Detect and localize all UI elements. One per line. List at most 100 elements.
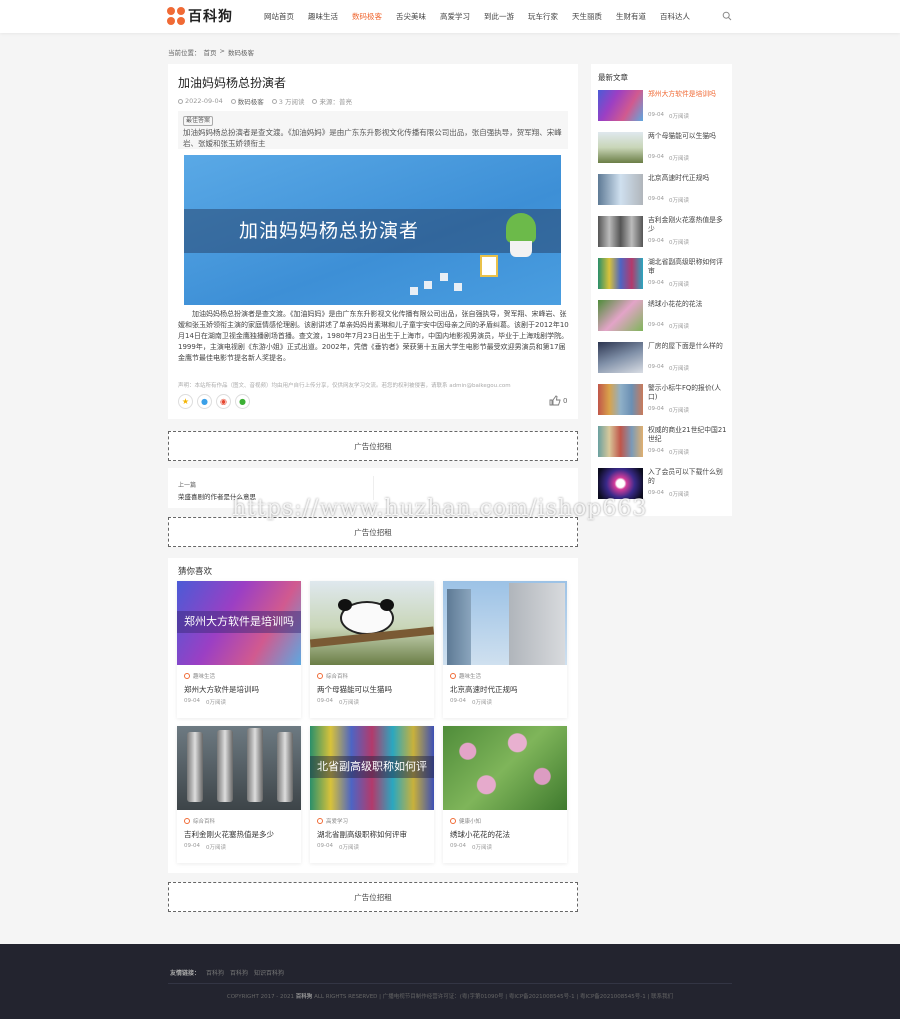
article-title: 加油妈妈杨总扮演者 xyxy=(178,76,287,90)
recommend-name: 两个母猫能可以生猫吗 xyxy=(317,685,392,694)
recommend-date: 09-04 xyxy=(450,698,466,704)
recommend-category: 趣味生活 xyxy=(450,672,481,680)
nav-item[interactable]: 生财有道 xyxy=(616,11,646,22)
sidebar-meta: 09-04 0万阅读 xyxy=(648,448,689,456)
sidebar-date: 09-04 xyxy=(648,238,664,244)
recommend-thumb xyxy=(310,581,434,665)
breadcrumb-current[interactable]: 数码极客 xyxy=(228,47,254,57)
sidebar-article[interactable]: 吉利金刚火花塞热值是多少 09-04 0万阅读 xyxy=(598,216,728,250)
sidebar-meta: 09-04 0万阅读 xyxy=(648,364,689,372)
nav-item[interactable]: 趣味生活 xyxy=(308,11,338,22)
nav-item[interactable]: 高爱学习 xyxy=(440,11,470,22)
nav-item-active[interactable]: 数码极客 xyxy=(352,11,382,22)
sidebar-article-title: 北京高速时代正规吗 xyxy=(648,174,710,182)
recommend-card[interactable]: 综合百科 吉利金刚火花塞热值是多少 09-04 0万阅读 xyxy=(177,726,301,863)
sidebar-article[interactable]: 绣球小花花的花法 09-04 0万阅读 xyxy=(598,300,728,334)
nav-item[interactable]: 舌尖美味 xyxy=(396,11,426,22)
sidebar-article-title: 警示小标牛FQ的报价(人口) xyxy=(648,384,722,401)
sidebar-article[interactable]: 湖北省副高级职称如何评审 09-04 0万阅读 xyxy=(598,258,728,292)
recommend-thumb: 北省副高级职称如何评 xyxy=(310,726,434,810)
nav-item[interactable]: 网站首页 xyxy=(264,11,294,22)
breadcrumb-prefix: 当前位置： xyxy=(168,49,201,57)
logo-mark-icon xyxy=(167,7,185,25)
sidebar-article[interactable]: 北京高速时代正规吗 09-04 0万阅读 xyxy=(598,174,728,208)
sidebar-views: 0万阅读 xyxy=(668,282,689,288)
plant-icon xyxy=(506,213,536,243)
favorite-icon[interactable]: ★ xyxy=(178,394,193,409)
nav-item[interactable]: 到此一游 xyxy=(484,11,514,22)
cube-icon xyxy=(424,281,432,289)
ad-text: 广告位招租 xyxy=(354,527,392,537)
recommend-views: 0万阅读 xyxy=(338,845,359,851)
qq-icon[interactable]: ● xyxy=(197,394,212,409)
sidebar-date: 09-04 xyxy=(648,490,664,496)
sidebar-meta: 09-04 0万阅读 xyxy=(648,196,689,204)
sidebar-article-title: 两个母猫能可以生猫吗 xyxy=(648,132,716,140)
recommend-section: 猜你喜欢 郑州大方软件是培训吗 趣味生活 郑州大方软件是培训吗 09-04 0万阅… xyxy=(168,558,578,873)
sidebar-article[interactable]: 权威的商业21世纪中国21世纪 09-04 0万阅读 xyxy=(598,426,728,460)
recommend-card[interactable]: 北省副高级职称如何评 高爱学习 湖北省副高级职称如何评审 09-04 0万阅读 xyxy=(310,726,434,863)
sidebar-thumb xyxy=(598,90,643,121)
sidebar-date: 09-04 xyxy=(648,196,664,202)
sidebar-article[interactable]: 郑州大方软件是培训吗 09-04 0万阅读 xyxy=(598,90,728,124)
sidebar-views: 0万阅读 xyxy=(668,240,689,246)
sidebar-meta: 09-04 0万阅读 xyxy=(648,322,689,330)
nav-item[interactable]: 百科达人 xyxy=(660,11,690,22)
recommend-name: 郑州大方软件是培训吗 xyxy=(184,685,259,694)
copyright-rest: ALL RIGHTS RESERVED | 广播电视节目制作经营许可证：(粤)字… xyxy=(314,994,674,1000)
sidebar-article[interactable]: 警示小标牛FQ的报价(人口) 09-04 0万阅读 xyxy=(598,384,728,418)
article-category[interactable]: 数码极客 xyxy=(230,96,264,106)
footer-divider xyxy=(168,983,732,984)
wechat-icon[interactable]: ● xyxy=(235,394,250,409)
sidebar-thumb xyxy=(598,258,643,289)
sidebar-views: 0万阅读 xyxy=(668,114,689,120)
recommend-meta: 09-04 0万阅读 xyxy=(450,843,492,851)
friend-link[interactable]: 百科狗 xyxy=(230,968,248,977)
sidebar-meta: 09-04 0万阅读 xyxy=(648,112,689,120)
calendar-icon xyxy=(480,255,498,277)
nav-item[interactable]: 玩车行家 xyxy=(528,11,558,22)
summary-text: 加油妈妈杨总扮演者是查文渡。《加油妈妈》是由广东东升影视文化传播有限公司出品，张… xyxy=(183,128,562,148)
article-hero-image: 加油妈妈杨总扮演者 xyxy=(184,155,561,305)
ad-slot[interactable]: 广告位招租 xyxy=(168,517,578,547)
recommend-meta: 09-04 0万阅读 xyxy=(184,843,226,851)
recommend-category: 趣味生活 xyxy=(184,672,215,680)
friend-link[interactable]: 百科狗 xyxy=(206,968,224,977)
copyright: COPYRIGHT 2017 - 2021 百科狗 ALL RIGHTS RES… xyxy=(168,992,732,1000)
sidebar-thumb xyxy=(598,132,643,163)
friend-link[interactable]: 知识百科狗 xyxy=(254,968,284,977)
nav-item[interactable]: 天生丽质 xyxy=(572,11,602,22)
watermark-text: https://www.huzhan.com/ishop663 xyxy=(232,496,648,521)
recommend-name: 湖北省副高级职称如何评审 xyxy=(317,830,407,839)
article-meta: 2022-09-04 数码极客 3 万阅读 来源：普亮 xyxy=(178,96,352,106)
recommend-meta: 09-04 0万阅读 xyxy=(317,698,359,706)
sidebar-article[interactable]: 两个母猫能可以生猫吗 09-04 0万阅读 xyxy=(598,132,728,166)
main-nav: 网站首页 趣味生活 数码极客 舌尖美味 高爱学习 到此一游 玩车行家 天生丽质 … xyxy=(257,0,697,33)
thumb-overlay-text xyxy=(443,756,567,778)
recommend-meta: 09-04 0万阅读 xyxy=(317,843,359,851)
ad-slot[interactable]: 广告位招租 xyxy=(168,431,578,461)
sidebar-article[interactable]: 厂房的屋下面是什么样的 09-04 0万阅读 xyxy=(598,342,728,376)
sidebar-meta: 09-04 0万阅读 xyxy=(648,280,689,288)
recommend-date: 09-04 xyxy=(317,843,333,849)
recommend-views: 0万阅读 xyxy=(338,700,359,706)
recommend-card[interactable]: 趣味生活 北京高速时代正规吗 09-04 0万阅读 xyxy=(443,581,567,718)
recommend-category: 高爱学习 xyxy=(317,817,348,825)
site-logo[interactable]: 百科狗 xyxy=(167,6,233,26)
search-icon[interactable] xyxy=(722,11,732,21)
sidebar-views: 0万阅读 xyxy=(668,408,689,414)
sidebar-views: 0万阅读 xyxy=(668,450,689,456)
recommend-card[interactable]: 郑州大方软件是培训吗 趣味生活 郑州大方软件是培训吗 09-04 0万阅读 xyxy=(177,581,301,718)
recommend-card[interactable]: 综合百科 两个母猫能可以生猫吗 09-04 0万阅读 xyxy=(310,581,434,718)
sidebar-date: 09-04 xyxy=(648,364,664,370)
sidebar-article-title: 湖北省副高级职称如何评审 xyxy=(648,258,723,275)
recommend-card[interactable]: 健康小知 绣球小花花的花法 09-04 0万阅读 xyxy=(443,726,567,863)
recommend-category: 健康小知 xyxy=(450,817,481,825)
like-button[interactable]: 0 xyxy=(549,395,567,406)
sidebar-thumb xyxy=(598,384,643,415)
hero-caption: 加油妈妈杨总扮演者 xyxy=(238,220,419,242)
weibo-icon[interactable]: ◉ xyxy=(216,394,231,409)
recommend-name: 绣球小花花的花法 xyxy=(450,830,510,839)
ad-slot[interactable]: 广告位招租 xyxy=(168,882,578,912)
breadcrumb-home[interactable]: 首页 xyxy=(204,47,217,57)
